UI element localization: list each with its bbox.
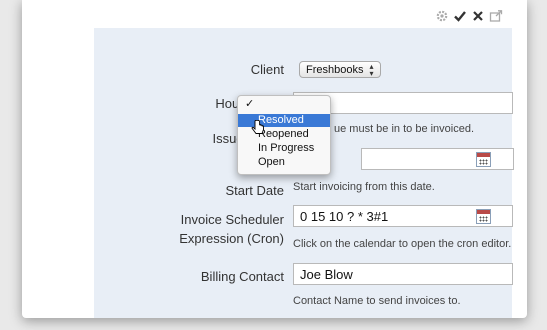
export-icon[interactable] (489, 9, 503, 23)
start-date-calendar-icon[interactable] (476, 152, 491, 167)
billing-contact-label: Billing Contact (200, 269, 284, 284)
top-bar (22, 0, 527, 30)
client-select[interactable]: Freshbooks ▴ ▾ (299, 61, 381, 78)
billing-contact-field[interactable] (293, 263, 513, 285)
client-select-value: Freshbooks (306, 63, 364, 76)
dropdown-option-empty[interactable]: ✓ (238, 98, 330, 111)
billing-contact-help: Contact Name to send invoices to. (293, 295, 461, 307)
start-date-label: Start Date (225, 183, 284, 198)
start-date-help: Start invoicing from this date. (293, 181, 435, 193)
client-label: Client (250, 62, 284, 77)
cron-help: Click on the calendar to open the cron e… (293, 238, 512, 250)
start-date-field[interactable] (361, 148, 514, 170)
close-icon[interactable] (471, 9, 485, 23)
invoice-scheduler-label-line2: Expression (Cron) (179, 231, 284, 246)
select-arrows-icon: ▴ ▾ (369, 61, 374, 78)
cron-calendar-icon[interactable] (476, 209, 491, 224)
dialog-window: Client Freshbooks ▴▾ Hourly Rate Issue S… (22, 0, 527, 318)
dropdown-option-open[interactable]: Open (238, 156, 330, 169)
invoice-scheduler-label-line1: Invoice Scheduler (180, 212, 284, 227)
hand-cursor-icon (251, 120, 264, 134)
issue-status-help: ue must be in to be invoiced. (334, 123, 475, 135)
toolbar (435, 9, 503, 23)
gear-icon[interactable] (435, 9, 449, 23)
check-icon[interactable] (453, 9, 467, 23)
dropdown-option-in-progress[interactable]: In Progress (238, 142, 330, 155)
check-mark-icon: ✓ (245, 98, 255, 110)
